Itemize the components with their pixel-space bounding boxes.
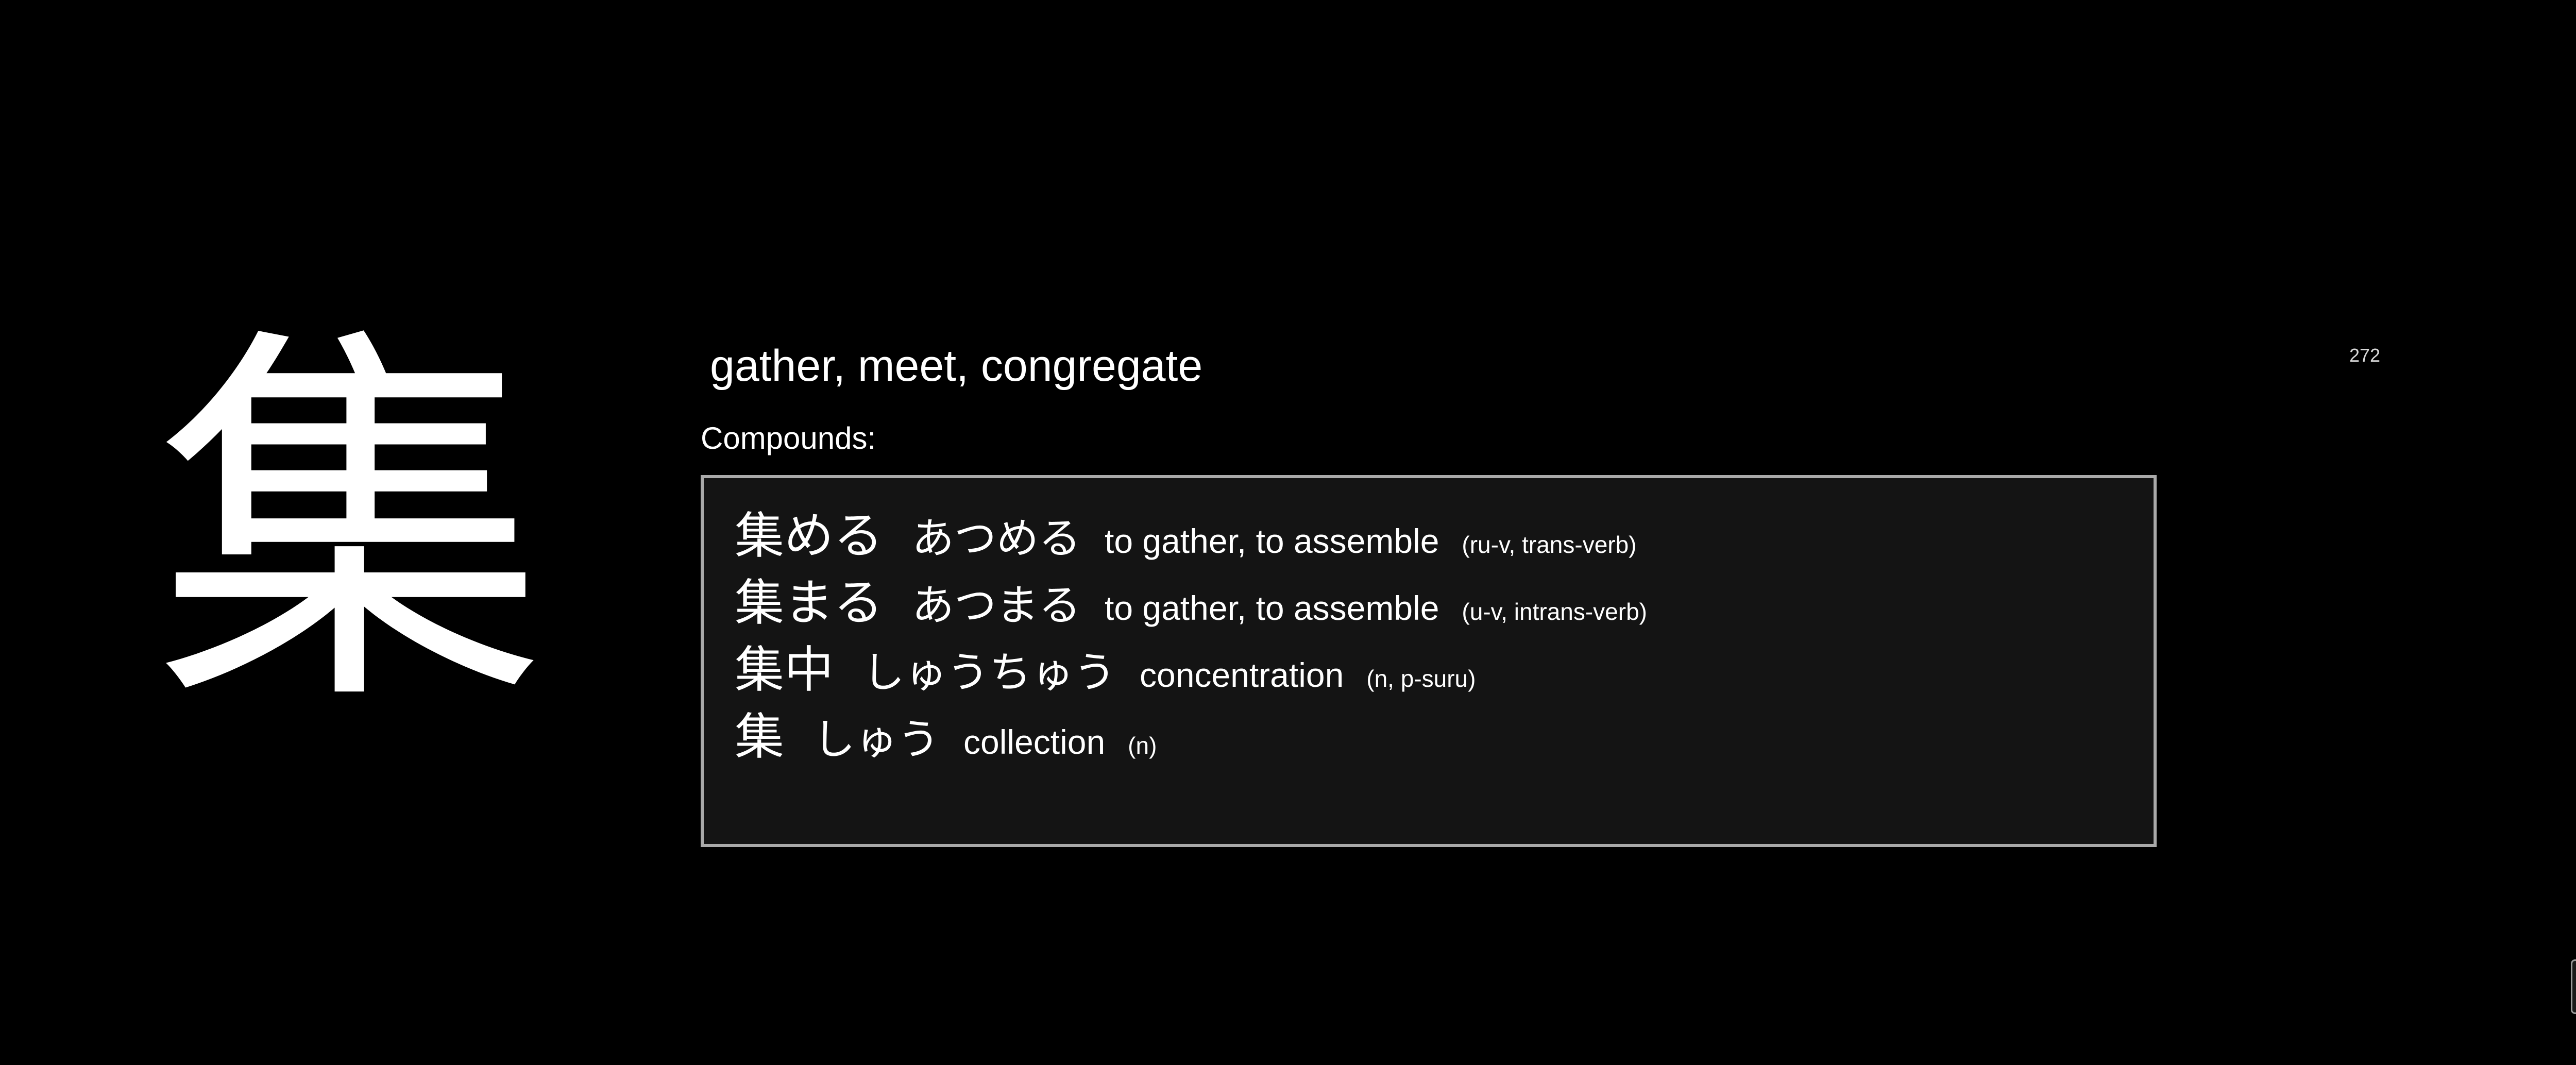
- compound-row: 集める あつめる to gather, to assemble (ru-v, t…: [735, 496, 2154, 565]
- compound-part-of-speech: (ru-v, trans-verb): [1462, 531, 1637, 558]
- compound-kanji: 集まる: [735, 574, 883, 632]
- compound-meaning: concentration: [1140, 656, 1344, 694]
- compound-meaning: collection: [963, 723, 1106, 761]
- compounds-list: 集める あつめる to gather, to assemble (ru-v, t…: [701, 475, 2157, 847]
- compound-kanji: 集中: [735, 641, 834, 699]
- compound-reading: あつまる: [912, 581, 1081, 630]
- compound-meaning: to gather, to assemble: [1105, 522, 1439, 560]
- compound-kanji: 集: [735, 708, 784, 766]
- main-kanji: 集: [155, 298, 546, 753]
- compound-reading: しゅうちゅう: [862, 648, 1116, 697]
- compound-row: 集中 しゅうちゅう concentration (n, p-suru): [735, 630, 2154, 699]
- compound-part-of-speech: (n, p-suru): [1366, 665, 1476, 692]
- compound-part-of-speech: (n): [1128, 732, 1157, 759]
- compound-part-of-speech: (u-v, intrans-verb): [1462, 598, 1647, 625]
- compounds-label: Compounds:: [701, 421, 876, 455]
- compound-reading: しゅう: [813, 715, 940, 764]
- compound-kanji: 集める: [735, 507, 883, 565]
- kanji-index-number: 272: [2349, 345, 2381, 366]
- compound-meaning: to gather, to assemble: [1105, 589, 1439, 627]
- compound-reading: あつめる: [912, 514, 1081, 563]
- compound-row: 集 しゅう collection (n): [735, 697, 2154, 766]
- scrollbar-handle[interactable]: [2571, 959, 2576, 1014]
- compound-row: 集まる あつまる to gather, to assemble (u-v, in…: [735, 563, 2154, 632]
- kanji-meaning: gather, meet, congregate: [710, 341, 1203, 391]
